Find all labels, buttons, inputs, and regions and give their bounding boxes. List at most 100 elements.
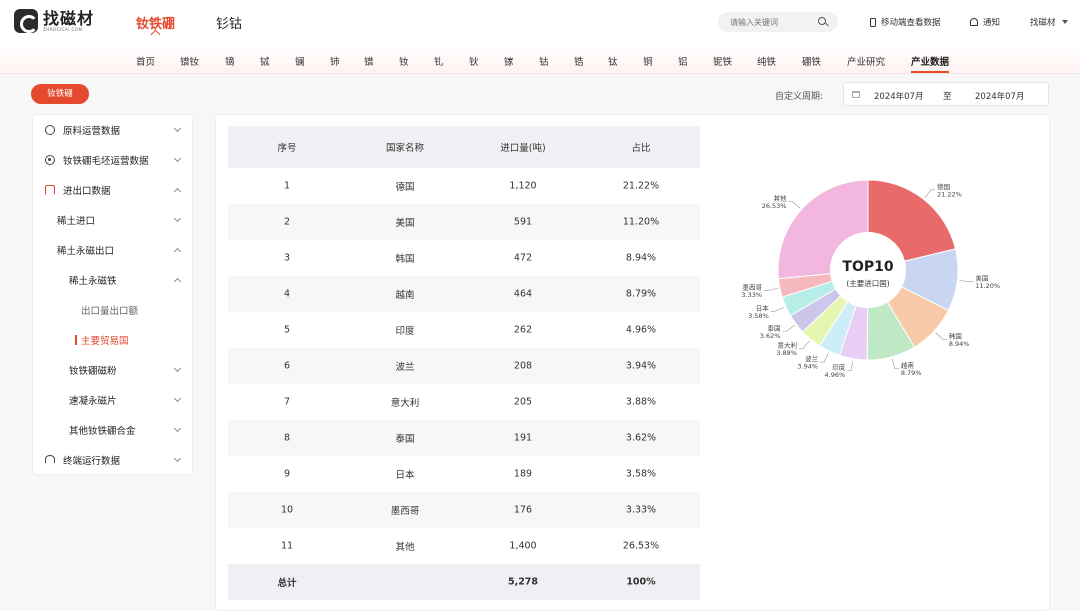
sidebar-item-export-volume[interactable]: 出口量出口额 bbox=[33, 295, 193, 325]
cell-index: 5 bbox=[283, 324, 291, 336]
sidebar-item-import-export[interactable]: 进出口数据 bbox=[33, 175, 193, 205]
cell-volume: 591 bbox=[513, 216, 533, 228]
pie-leader-line bbox=[782, 325, 795, 332]
mobile-view-link[interactable]: 移动端查看数据 bbox=[870, 16, 941, 28]
bell-icon bbox=[970, 18, 978, 26]
nav-item-active[interactable]: 产业数据 bbox=[911, 54, 949, 68]
nav-item[interactable]: 镧 bbox=[295, 54, 305, 68]
nav-item[interactable]: 钕 bbox=[399, 54, 409, 68]
category-pill[interactable]: 钕铁硼 bbox=[31, 84, 89, 104]
sidebar-item-magnet[interactable]: 稀土永磁铁 bbox=[33, 265, 193, 295]
nav-item[interactable]: 铝 bbox=[678, 54, 688, 68]
donut-center-title: TOP10 bbox=[842, 259, 893, 275]
sidebar-item-other-alloys[interactable]: 其他钕铁硼合金 bbox=[33, 415, 193, 445]
cell-total-label: 总计 bbox=[277, 578, 297, 589]
cell-volume: 176 bbox=[513, 504, 533, 516]
search-input[interactable] bbox=[730, 17, 814, 27]
table-row: 5 印度 262 4.96% bbox=[228, 312, 700, 348]
nav-item[interactable]: 镨 bbox=[364, 54, 374, 68]
date-to[interactable]: 2024年07月 bbox=[975, 90, 1024, 102]
notifications-link[interactable]: 通知 bbox=[970, 16, 1000, 28]
cell-share: 3.33% bbox=[625, 504, 657, 516]
nav-item[interactable]: 首页 bbox=[136, 54, 155, 68]
cell-index: 3 bbox=[283, 252, 291, 264]
chevron-up-icon bbox=[173, 277, 182, 286]
chevron-down-icon bbox=[173, 214, 182, 223]
cell-share: 3.62% bbox=[625, 432, 657, 444]
cell-volume: 1,400 bbox=[509, 540, 537, 552]
sidebar-item-rare-earth-import[interactable]: 稀土进口 bbox=[33, 205, 193, 235]
sidebar-item-terminal-ops[interactable]: 终端运行数据 bbox=[33, 445, 193, 475]
tab-smco[interactable]: 钐钴 bbox=[216, 13, 242, 32]
nav-item[interactable]: 铌铁 bbox=[713, 54, 732, 68]
sidebar-item-raw-material[interactable]: 原料运营数据 bbox=[33, 115, 193, 145]
cell-index: 6 bbox=[283, 360, 291, 372]
search-box[interactable] bbox=[718, 12, 838, 32]
nav-item[interactable]: 锆 bbox=[574, 54, 584, 68]
tab-ndfeb[interactable]: 钕铁硼 bbox=[136, 13, 175, 40]
nav-item[interactable]: 镨钕 bbox=[180, 54, 199, 68]
table-row: 8 泰国 191 3.62% bbox=[228, 420, 700, 456]
nav-item[interactable]: 钬 bbox=[469, 54, 479, 68]
sidebar-item-quenched-flakes[interactable]: 速凝永磁片 bbox=[33, 385, 193, 415]
logo-title: 找磁材 bbox=[43, 8, 95, 28]
pie-label-value: 3.88% bbox=[776, 349, 797, 357]
chevron-down-icon bbox=[173, 454, 182, 463]
cell-country: 越南 bbox=[395, 290, 415, 301]
sidebar-item-trade-partners[interactable]: 主要贸易国 bbox=[33, 325, 193, 355]
search-icon[interactable] bbox=[818, 17, 826, 25]
nav-item[interactable]: 镝 bbox=[225, 54, 235, 68]
date-range-picker[interactable]: 2024年07月 至 2024年07月 bbox=[843, 82, 1049, 106]
nav-item[interactable]: 纯铁 bbox=[757, 54, 776, 68]
pie-label-value: 3.94% bbox=[797, 363, 818, 371]
sidebar-item-magnet-export[interactable]: 稀土永磁出口 bbox=[33, 235, 193, 265]
calendar-icon bbox=[852, 91, 860, 98]
nav-item[interactable]: 硼铁 bbox=[802, 54, 821, 68]
nav-item[interactable]: 铈 bbox=[330, 54, 340, 68]
cell-total-volume: 5,278 bbox=[507, 576, 539, 588]
pie-leader-line bbox=[820, 352, 829, 363]
table-row: 7 意大利 205 3.88% bbox=[228, 384, 700, 420]
cell-index: 11 bbox=[280, 540, 294, 552]
user-menu[interactable]: 找磁材 bbox=[1030, 16, 1068, 28]
pie-label-value: 11.20% bbox=[975, 282, 1000, 290]
cell-share: 11.20% bbox=[622, 216, 660, 228]
cell-volume: 189 bbox=[513, 468, 533, 480]
table-row: 6 波兰 208 3.94% bbox=[228, 348, 700, 384]
nav-item[interactable]: 铽 bbox=[260, 54, 270, 68]
chevron-down-icon bbox=[173, 394, 182, 403]
date-separator: 至 bbox=[943, 92, 952, 102]
date-from[interactable]: 2024年07月 bbox=[874, 90, 923, 102]
cell-volume: 472 bbox=[513, 252, 533, 264]
nav-item[interactable]: 钛 bbox=[608, 54, 618, 68]
cell-index: 10 bbox=[280, 504, 294, 516]
cell-share: 21.22% bbox=[622, 180, 660, 192]
cell-share: 26.53% bbox=[622, 540, 660, 552]
chevron-down-icon bbox=[173, 424, 182, 433]
nav-item[interactable]: 镓 bbox=[504, 54, 514, 68]
pie-svg: 德国21.22%美国11.20%韩国8.94%越南8.79%印度4.96%波兰3… bbox=[741, 179, 1000, 379]
nav-item[interactable]: 钆 bbox=[434, 54, 444, 68]
sidebar-item-blank-ops[interactable]: 钕铁硼毛坯运营数据 bbox=[33, 145, 193, 175]
table-header-row: 序号 国家名称 进口量(吨) 占比 bbox=[228, 126, 700, 168]
cell-volume: 208 bbox=[513, 360, 533, 372]
nav-item[interactable]: 钴 bbox=[539, 54, 549, 68]
cell-share: 3.88% bbox=[625, 396, 657, 408]
logo-subtitle: ZHAOCICAI.COM bbox=[43, 26, 83, 32]
donut-center-subtitle: (主要进口国) bbox=[846, 278, 889, 288]
pie-leader-line bbox=[770, 307, 785, 312]
table-row: 9 日本 189 3.58% bbox=[228, 456, 700, 492]
dropdown-arrow-icon bbox=[1061, 20, 1068, 24]
nav-item[interactable]: 铜 bbox=[643, 54, 653, 68]
pie-leader-line bbox=[764, 288, 778, 291]
pie-leader-line bbox=[924, 189, 936, 198]
cell-share: 3.58% bbox=[625, 468, 657, 480]
category-nav: 首页 镨钕 镝 铽 镧 铈 镨 钕 钆 钬 镓 钴 锆 钛 铜 铝 铌铁 纯铁 … bbox=[0, 44, 1080, 74]
site-logo[interactable]: 找磁材 ZHAOCICAI.COM bbox=[14, 9, 94, 33]
col-header-volume: 进口量(吨) bbox=[500, 143, 546, 154]
sidebar-item-ndfeb-powder[interactable]: 钕铁硼磁粉 bbox=[33, 355, 193, 385]
cell-country: 韩国 bbox=[395, 254, 415, 265]
cell-country: 德国 bbox=[395, 182, 415, 193]
nav-item[interactable]: 产业研究 bbox=[847, 54, 885, 68]
pie-label-value: 8.79% bbox=[901, 369, 922, 377]
